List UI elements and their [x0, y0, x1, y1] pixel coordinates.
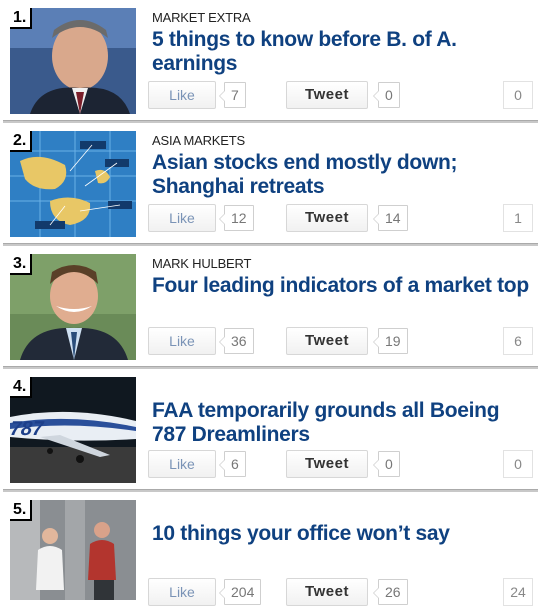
- story-title-link[interactable]: FAA temporarily grounds all Boeing 787 D…: [152, 399, 532, 447]
- story-title-link[interactable]: 5 things to know before B. of A. earning…: [152, 28, 532, 76]
- like-button[interactable]: Like: [148, 204, 216, 232]
- share-bar: Like 36 Tweet 19 6: [148, 327, 533, 355]
- story-rank: 2.: [10, 131, 33, 152]
- story-kicker: MARK HULBERT: [152, 256, 252, 271]
- story-rank: 3.: [10, 254, 33, 275]
- tweet-button[interactable]: Tweet: [286, 81, 368, 109]
- tweet-count: 0: [373, 451, 400, 477]
- story-3-thumbnail[interactable]: 3.: [10, 254, 136, 360]
- tweet-count: 26: [373, 579, 408, 605]
- story-rank: 4.: [10, 377, 33, 398]
- like-count: 204: [218, 579, 262, 605]
- story-item-1: 1. MARKET EXTRA 5 things to know before …: [0, 0, 541, 123]
- tweet-button[interactable]: Tweet: [286, 450, 368, 478]
- story-rank: 1.: [10, 8, 33, 29]
- like-count: 36: [219, 328, 254, 354]
- share-bar: Like 7 Tweet 0 0: [148, 81, 533, 109]
- story-title-link[interactable]: Four leading indicators of a market top: [152, 274, 532, 298]
- like-button[interactable]: Like: [148, 578, 216, 606]
- story-2-thumbnail[interactable]: 2.: [10, 131, 136, 237]
- share-count[interactable]: 6: [503, 327, 533, 355]
- like-count: 7: [219, 82, 246, 108]
- story-rank: 5.: [10, 500, 33, 521]
- like-button[interactable]: Like: [148, 327, 216, 355]
- like-count: 12: [219, 205, 254, 231]
- tweet-button[interactable]: Tweet: [286, 204, 368, 232]
- story-title-link[interactable]: Asian stocks end mostly down; Shanghai r…: [152, 151, 532, 199]
- story-4-thumbnail[interactable]: 787 4.: [10, 377, 136, 483]
- share-bar: Like 12 Tweet 14 1: [148, 204, 533, 232]
- story-kicker: ASIA MARKETS: [152, 133, 245, 148]
- plane-livery-text: 787: [10, 418, 46, 440]
- story-item-2: 2. ASIA MARKETS Asian stocks end mostly …: [0, 123, 541, 246]
- share-count[interactable]: 24: [503, 578, 533, 606]
- story-title-link[interactable]: 10 things your office won’t say: [152, 522, 532, 546]
- tweet-count: 14: [373, 205, 408, 231]
- story-5-thumbnail[interactable]: 5.: [10, 500, 136, 600]
- share-bar: Like 6 Tweet 0 0: [148, 450, 533, 478]
- story-item-4: 787 4. FAA temporarily grounds all Boein…: [0, 369, 541, 492]
- share-bar: Like 204 Tweet 26 24: [148, 578, 533, 606]
- like-count: 6: [219, 451, 246, 477]
- tweet-count: 0: [373, 82, 400, 108]
- share-count[interactable]: 1: [503, 204, 533, 232]
- tweet-button[interactable]: Tweet: [286, 578, 368, 606]
- story-item-3: 3. MARK HULBERT Four leading indicators …: [0, 246, 541, 369]
- tweet-button[interactable]: Tweet: [286, 327, 368, 355]
- share-count[interactable]: 0: [503, 81, 533, 109]
- like-button[interactable]: Like: [148, 450, 216, 478]
- story-1-thumbnail[interactable]: 1.: [10, 8, 136, 114]
- like-button[interactable]: Like: [148, 81, 216, 109]
- story-item-5: 5. 10 things your office won’t say Like …: [0, 492, 541, 606]
- share-count[interactable]: 0: [503, 450, 533, 478]
- tweet-count: 19: [373, 328, 408, 354]
- story-kicker: MARKET EXTRA: [152, 10, 251, 25]
